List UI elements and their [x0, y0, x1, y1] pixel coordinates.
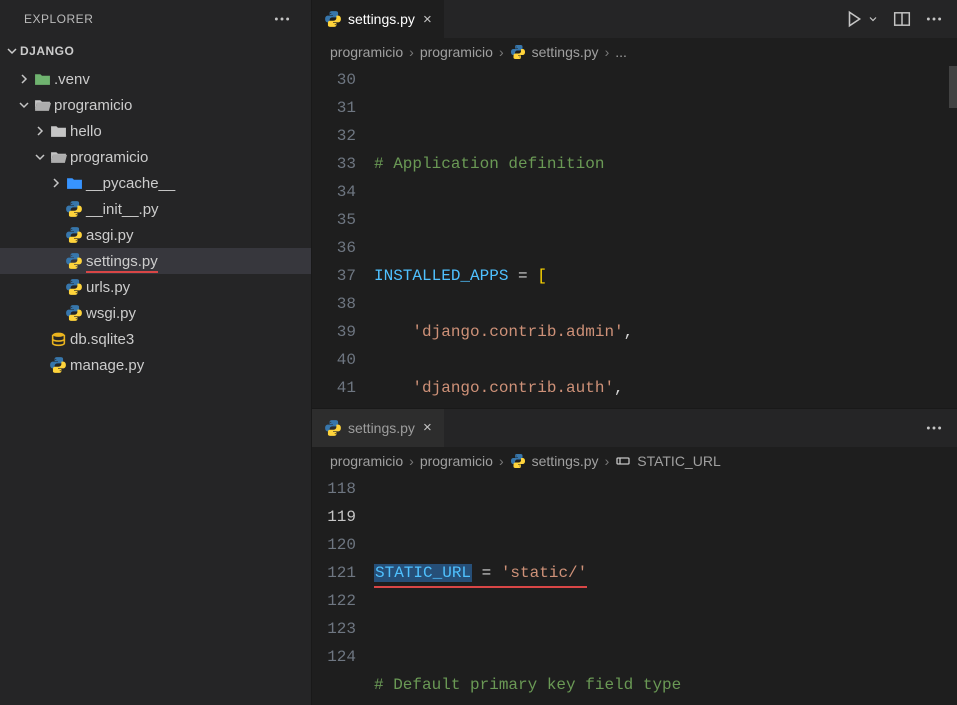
folder-open-icon [32, 97, 52, 114]
tree-item-label: wsgi.py [86, 305, 136, 322]
breadcrumb-item[interactable]: programicio [420, 44, 493, 60]
project-header[interactable]: DJANGO [0, 38, 311, 64]
minimap-slider[interactable] [949, 66, 957, 108]
file-tree: .venv programicio hello programicio __py… [0, 64, 311, 705]
chevron-right-icon: › [409, 44, 414, 60]
breadcrumb-item[interactable]: settings.py [532, 453, 599, 469]
python-file-icon [64, 200, 84, 218]
breadcrumb-item[interactable]: settings.py [532, 44, 599, 60]
tree-item-label: .venv [54, 71, 90, 88]
tree-item-label: hello [70, 123, 102, 140]
project-name: DJANGO [20, 44, 74, 58]
tabs-row: settings.py × [312, 0, 957, 38]
chevron-right-icon [32, 123, 48, 139]
python-file-icon [48, 356, 68, 374]
tree-folder-venv[interactable]: .venv [0, 66, 311, 92]
tree-item-label: asgi.py [86, 227, 134, 244]
tree-file-asgi[interactable]: asgi.py [0, 222, 311, 248]
close-icon[interactable]: × [421, 419, 434, 436]
chevron-right-icon: › [499, 453, 504, 469]
python-file-icon [510, 44, 526, 60]
tab-settings[interactable]: settings.py × [312, 0, 445, 38]
symbol-variable-icon [615, 453, 631, 469]
python-file-icon [64, 252, 84, 270]
chevron-right-icon: › [499, 44, 504, 60]
breadcrumb-item[interactable]: programicio [330, 44, 403, 60]
run-icon[interactable] [845, 10, 863, 28]
close-icon[interactable]: × [421, 11, 434, 28]
chevron-right-icon [48, 175, 64, 191]
tabs-row: settings.py × [312, 409, 957, 447]
chevron-right-icon: › [605, 44, 610, 60]
folder-icon [32, 71, 52, 88]
python-file-icon [510, 453, 526, 469]
folder-open-icon [48, 149, 68, 166]
folder-icon [48, 123, 68, 140]
editor-area: settings.py × programicio › programicio … [312, 0, 957, 705]
tabs-spacer [445, 409, 911, 447]
editor-group-bottom: settings.py × programicio › programicio … [312, 409, 957, 705]
tree-file-db[interactable]: db.sqlite3 [0, 326, 311, 352]
tabs-spacer [445, 0, 831, 38]
more-icon[interactable] [925, 419, 943, 437]
python-file-icon [324, 10, 342, 28]
explorer-header: EXPLORER [0, 0, 311, 38]
breadcrumb-item[interactable]: STATIC_URL [637, 453, 721, 469]
tree-folder-programicio[interactable]: programicio [0, 144, 311, 170]
tree-item-label: db.sqlite3 [70, 331, 134, 348]
python-file-icon [64, 278, 84, 296]
python-file-icon [324, 419, 342, 437]
breadcrumb-item[interactable]: programicio [420, 453, 493, 469]
breadcrumb-item[interactable]: programicio [330, 453, 403, 469]
breadcrumbs[interactable]: programicio › programicio › settings.py … [312, 38, 957, 66]
line-gutter: 118 119 120 121 122 123 124 [312, 475, 374, 705]
python-file-icon [64, 226, 84, 244]
chevron-right-icon [16, 71, 32, 87]
tree-item-label: manage.py [70, 357, 144, 374]
chevron-right-icon: › [409, 453, 414, 469]
tab-label: settings.py [348, 420, 415, 436]
line-gutter: 30 31 32 33 34 35 36 37 38 39 40 41 [312, 66, 374, 408]
tree-item-label: programicio [54, 97, 132, 114]
tree-item-label: programicio [70, 149, 148, 166]
tree-file-wsgi[interactable]: wsgi.py [0, 300, 311, 326]
tree-folder-hello[interactable]: hello [0, 118, 311, 144]
explorer-sidebar: EXPLORER DJANGO .venv programicio hello [0, 0, 312, 705]
explorer-title: EXPLORER [24, 12, 269, 26]
tabs-actions [911, 409, 957, 447]
editor-group-top: settings.py × programicio › programicio … [312, 0, 957, 409]
code-content[interactable]: # Application definition INSTALLED_APPS … [374, 66, 957, 408]
code-editor[interactable]: 118 119 120 121 122 123 124 STATIC_URL =… [312, 475, 957, 705]
tree-folder-pycache[interactable]: __pycache__ [0, 170, 311, 196]
tree-file-settings[interactable]: settings.py [0, 248, 311, 274]
tree-item-label: __pycache__ [86, 175, 175, 192]
chevron-down-icon [16, 97, 32, 113]
tab-settings[interactable]: settings.py × [312, 409, 445, 447]
breadcrumbs[interactable]: programicio › programicio › settings.py … [312, 447, 957, 475]
chevron-down-icon [32, 149, 48, 165]
tree-file-init[interactable]: __init__.py [0, 196, 311, 222]
tab-label: settings.py [348, 11, 415, 27]
chevron-right-icon: › [605, 453, 610, 469]
breadcrumb-item[interactable]: ... [615, 44, 627, 60]
tree-file-manage[interactable]: manage.py [0, 352, 311, 378]
code-content[interactable]: STATIC_URL = 'static/' # Default primary… [374, 475, 957, 705]
tabs-actions [831, 0, 957, 38]
code-editor[interactable]: 30 31 32 33 34 35 36 37 38 39 40 41 # Ap… [312, 66, 957, 408]
tree-item-label: settings.py [86, 253, 158, 270]
chevron-down-icon [4, 43, 20, 59]
more-icon[interactable] [925, 10, 943, 28]
python-file-icon [64, 304, 84, 322]
tree-folder-root[interactable]: programicio [0, 92, 311, 118]
chevron-down-icon[interactable] [867, 13, 879, 25]
folder-icon [64, 175, 84, 192]
database-icon [48, 331, 68, 348]
split-editor-icon[interactable] [893, 10, 911, 28]
more-icon[interactable] [269, 8, 295, 30]
tree-file-urls[interactable]: urls.py [0, 274, 311, 300]
tree-item-label: __init__.py [86, 201, 159, 218]
tree-item-label: urls.py [86, 279, 130, 296]
